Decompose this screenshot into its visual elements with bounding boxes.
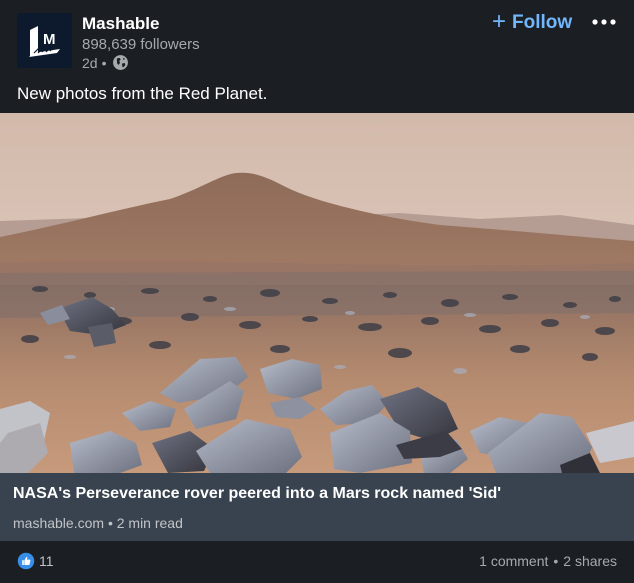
article-preview-bar[interactable]: NASA's Perseverance rover peered into a … xyxy=(0,473,634,541)
reactions-summary[interactable]: 11 xyxy=(17,552,54,570)
plus-icon: + xyxy=(492,8,507,35)
actor-logo[interactable]: M xyxy=(17,13,72,68)
engagement-separator: • xyxy=(553,553,559,569)
follow-label: Follow xyxy=(512,12,573,33)
shares-count-link[interactable]: 2 shares xyxy=(563,553,617,569)
logo-letter: M xyxy=(43,31,56,48)
post-image[interactable] xyxy=(0,113,634,473)
mars-landscape-image xyxy=(0,113,634,473)
actor-name[interactable]: Mashable xyxy=(82,14,159,34)
post-header: M Mashable 898,639 followers 2d • + Foll… xyxy=(0,0,634,80)
article-title[interactable]: NASA's Perseverance rover peered into a … xyxy=(13,485,501,503)
follow-button[interactable]: + Follow xyxy=(492,10,572,36)
article-source: mashable.com xyxy=(13,515,105,531)
social-counts-bar: 11 1 comment • 2 shares xyxy=(0,541,634,583)
mashable-logo-icon: M xyxy=(17,13,72,68)
post-time: 2d xyxy=(82,54,98,71)
comments-count-link[interactable]: 1 comment xyxy=(479,553,548,569)
follower-count: 898,639 followers xyxy=(82,36,200,53)
reaction-count: 11 xyxy=(39,553,54,569)
meta-separator: • xyxy=(101,54,107,71)
more-options-icon xyxy=(592,19,616,25)
post-commentary: New photos from the Red Planet. xyxy=(17,84,268,103)
article-subtitle: mashable.com • 2 min read xyxy=(13,515,183,531)
more-options-button[interactable] xyxy=(589,12,619,32)
feed-post-card: M Mashable 898,639 followers 2d • + Foll… xyxy=(0,0,634,583)
globe-icon xyxy=(112,54,129,71)
engagement-summary: 1 comment • 2 shares xyxy=(479,553,617,569)
article-read-time: 2 min read xyxy=(116,515,183,531)
like-reaction-icon xyxy=(17,552,35,570)
article-separator: • xyxy=(107,515,113,531)
post-meta: 2d • xyxy=(82,54,129,71)
